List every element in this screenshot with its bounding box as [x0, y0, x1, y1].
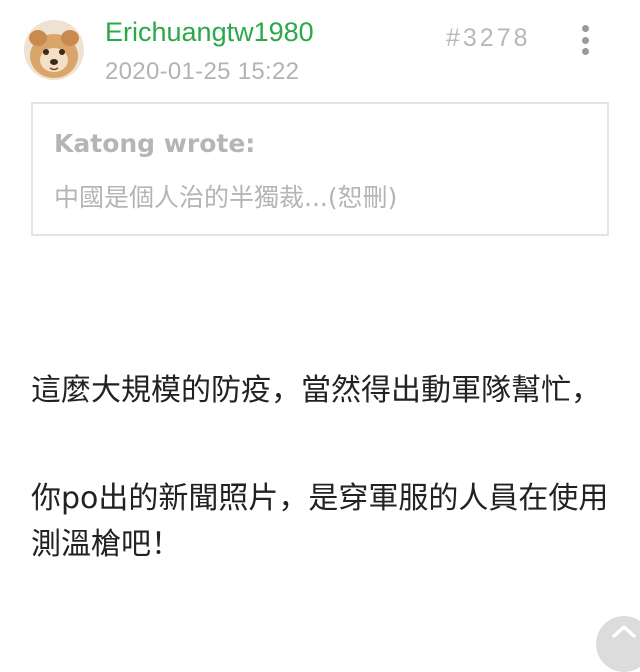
- scroll-to-top-button[interactable]: [596, 616, 640, 672]
- more-options-button[interactable]: [570, 22, 600, 58]
- more-vertical-icon-dot: [581, 36, 589, 44]
- quote-block[interactable]: Katong wrote: 中國是個人治的半獨裁...(恕刪): [31, 102, 609, 236]
- post-paragraph: 你po出的新聞照片，是穿軍服的人員在使用測溫槍吧！: [31, 481, 609, 562]
- post-number[interactable]: #3278: [446, 22, 531, 54]
- author-name[interactable]: Erichuangtw1980: [105, 15, 314, 49]
- chevron-up-icon: [612, 625, 636, 638]
- quote-text: 中國是個人治的半獨裁...(恕刪): [54, 183, 398, 212]
- more-vertical-icon: [581, 25, 589, 32]
- more-vertical-icon-dot: [581, 48, 589, 55]
- post-timestamp: 2020-01-25 15:22: [105, 58, 300, 85]
- quote-author: Katong wrote:: [54, 129, 256, 158]
- post-paragraph: 這麼大規模的防疫，當然得出動軍隊幫忙，: [31, 373, 601, 408]
- dog-avatar-image: [24, 20, 84, 80]
- user-avatar[interactable]: [24, 20, 84, 80]
- post-body: 這麼大規模的防疫，當然得出動軍隊幫忙， 你po出的新聞照片，是穿軍服的人員在使用…: [31, 368, 611, 568]
